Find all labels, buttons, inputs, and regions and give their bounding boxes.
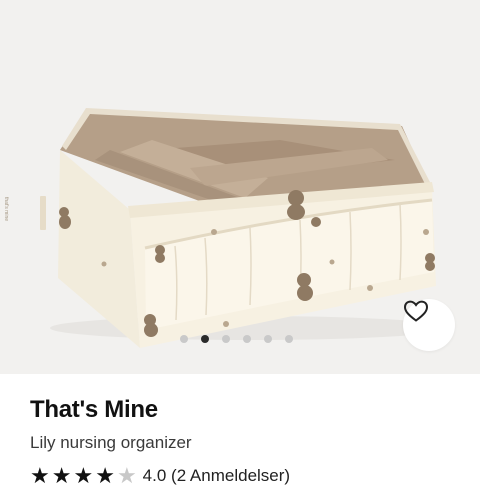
page-dot-4[interactable] (242, 335, 251, 343)
page-dot-1[interactable] (179, 335, 188, 343)
product-name: Lily nursing organizer (30, 433, 192, 452)
page-dot-3[interactable] (221, 335, 230, 343)
star-filled-icon: ★ (30, 463, 50, 488)
star-filled-icon: ★ (73, 463, 94, 488)
rating[interactable]: ★ ★ ★ ★ ★ 4.0 (2 Anmeldelser) (30, 465, 290, 487)
rating-stars: ★ ★ ★ ★ ★ (30, 465, 137, 487)
brand-name[interactable]: That's Mine (30, 396, 158, 424)
product-image[interactable]: that's mine (0, 0, 480, 374)
star-filled-icon: ★ (51, 463, 72, 488)
page-dot-6[interactable] (284, 335, 293, 343)
star-filled-icon: ★ (95, 463, 115, 488)
rating-text[interactable]: 4.0 (2 Anmeldelser) (143, 466, 290, 486)
brand-tag: that's mine (3, 196, 10, 222)
favorite-button[interactable] (403, 299, 455, 351)
page-dot-5[interactable] (263, 335, 272, 343)
heart-outline-icon (403, 300, 429, 322)
page-dot-2[interactable] (200, 335, 209, 343)
star-empty-icon: ★ (116, 463, 137, 488)
